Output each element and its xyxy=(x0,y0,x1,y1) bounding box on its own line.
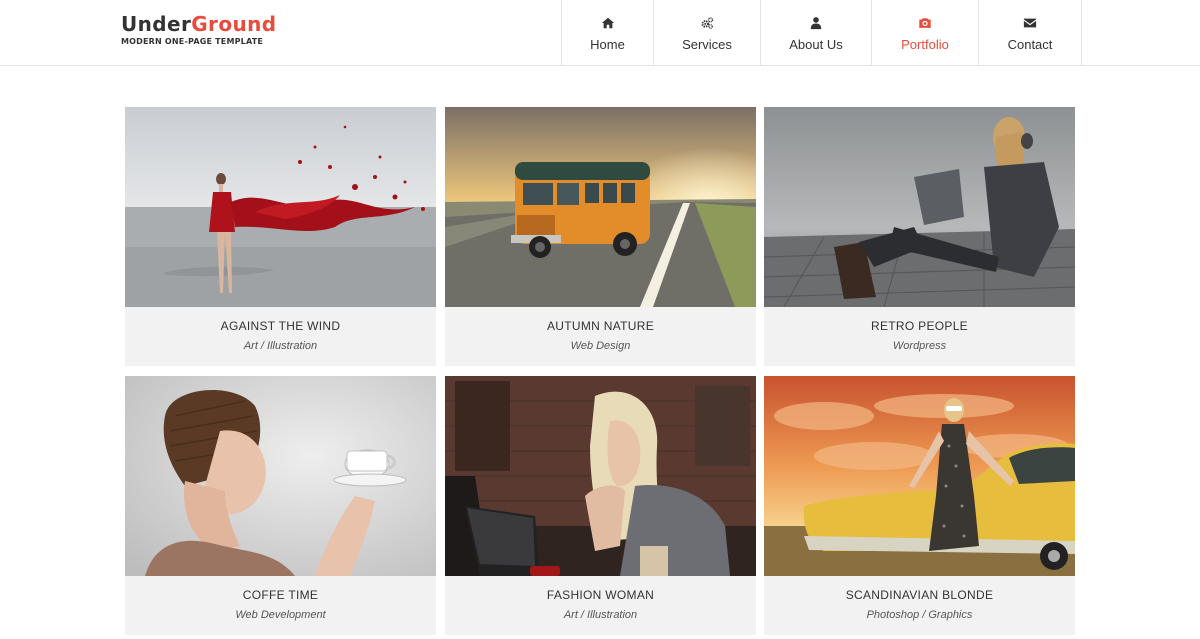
site-header: UnderGround MODERN ONE-PAGE TEMPLATE Hom… xyxy=(0,0,1200,66)
nav-item-services[interactable]: Services xyxy=(654,0,761,66)
portfolio-item-against-the-wind[interactable]: AGAINST THE WIND Art / Illustration xyxy=(125,107,436,366)
logo-tagline: MODERN ONE-PAGE TEMPLATE xyxy=(121,37,264,46)
portfolio-title: AGAINST THE WIND xyxy=(220,319,341,333)
portfolio-item-scandinavian-blonde[interactable]: SCANDINAVIAN BLONDE Photoshop / Graphics xyxy=(764,376,1075,635)
portfolio-category: Wordpress xyxy=(892,340,947,352)
portfolio-title: AUTUMN NATURE xyxy=(546,319,654,333)
nav-item-contact[interactable]: Contact xyxy=(979,0,1082,66)
portfolio-item-autumn-nature[interactable]: AUTUMN NATURE Web Design xyxy=(445,107,756,366)
portfolio-title: SCANDINAVIAN BLONDE xyxy=(845,588,994,602)
nav-label: About Us xyxy=(789,36,843,52)
portfolio-category: Photoshop / Graphics xyxy=(866,609,973,621)
portfolio-category: Art / Illustration xyxy=(563,609,638,621)
portfolio-category: Web Development xyxy=(235,609,326,621)
portfolio-title: COFFE TIME xyxy=(242,588,319,602)
portfolio-item-coffe-time[interactable]: COFFE TIME Web Development xyxy=(125,376,436,635)
camera-icon xyxy=(917,15,933,31)
portfolio-title: FASHION WOMAN xyxy=(546,588,655,602)
nav-label: Home xyxy=(590,36,625,52)
envelope-icon xyxy=(1022,15,1038,31)
portfolio-thumbnail[interactable] xyxy=(125,376,436,576)
logo[interactable]: UnderGround MODERN ONE-PAGE TEMPLATE xyxy=(121,11,276,46)
portfolio-category: Web Design xyxy=(570,340,631,352)
nav-label: Contact xyxy=(1007,36,1053,52)
portfolio-thumbnail[interactable] xyxy=(445,376,756,576)
logo-name-part2: Ground xyxy=(191,12,277,36)
logo-name-part1: Under xyxy=(121,12,192,36)
cogs-icon xyxy=(699,15,715,31)
logo-title: UnderGround xyxy=(121,11,276,37)
user-icon xyxy=(808,15,824,31)
portfolio-thumbnail[interactable] xyxy=(764,376,1075,576)
portfolio-thumbnail[interactable] xyxy=(125,107,436,307)
portfolio-item-fashion-woman[interactable]: FASHION WOMAN Art / Illustration xyxy=(445,376,756,635)
portfolio-thumbnail[interactable] xyxy=(445,107,756,307)
home-icon xyxy=(600,15,616,31)
portfolio-item-retro-people[interactable]: RETRO PEOPLE Wordpress xyxy=(764,107,1075,366)
nav-label: Services xyxy=(682,36,732,52)
main-nav: Home Services About Us Portfolio Contact xyxy=(561,0,1082,66)
portfolio-title: RETRO PEOPLE xyxy=(871,319,968,333)
nav-label: Portfolio xyxy=(901,36,949,52)
nav-item-about-us[interactable]: About Us xyxy=(761,0,872,66)
nav-item-portfolio[interactable]: Portfolio xyxy=(872,0,979,66)
portfolio-thumbnail[interactable] xyxy=(764,107,1075,307)
nav-item-home[interactable]: Home xyxy=(562,0,654,66)
portfolio-category: Art / Illustration xyxy=(243,340,318,352)
